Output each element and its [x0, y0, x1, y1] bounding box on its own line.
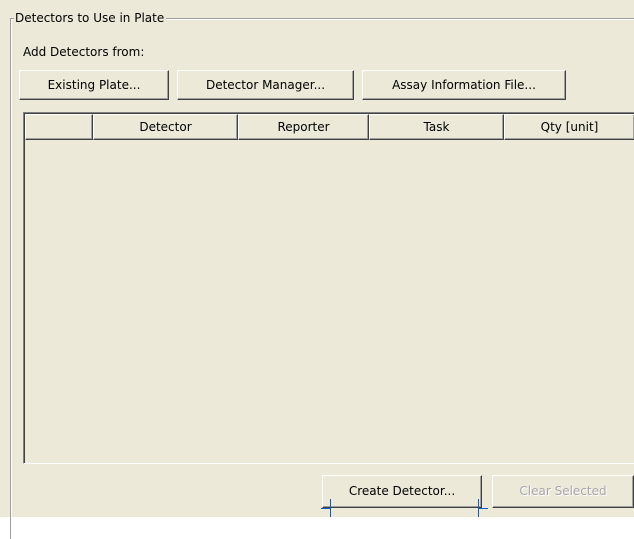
clear-selected-button[interactable]: Clear Selected [492, 475, 634, 508]
detectors-table[interactable]: Detector Reporter Task Qty [unit] [23, 112, 634, 464]
callout-tick-left [321, 508, 331, 509]
column-header-task[interactable]: Task [369, 114, 504, 140]
callout-tick-right [478, 508, 488, 509]
detector-manager-button[interactable]: Detector Manager... [177, 70, 354, 100]
groupbox-title: Detectors to Use in Plate [14, 10, 167, 26]
clear-selected-label: Clear Selected [519, 484, 607, 498]
create-detector-button[interactable]: Create Detector... [322, 475, 482, 508]
assay-information-file-button[interactable]: Assay Information File... [362, 70, 566, 100]
column-header-select[interactable] [25, 114, 93, 140]
table-header: Detector Reporter Task Qty [unit] [25, 114, 634, 140]
add-detectors-label: Add Detectors from: [23, 45, 145, 59]
column-header-qty[interactable]: Qty [unit] [504, 114, 634, 140]
existing-plate-button[interactable]: Existing Plate... [19, 70, 169, 100]
column-header-detector[interactable]: Detector [93, 114, 238, 140]
column-header-reporter[interactable]: Reporter [238, 114, 369, 140]
detectors-panel: Detectors to Use in Plate Add Detectors … [0, 0, 634, 539]
